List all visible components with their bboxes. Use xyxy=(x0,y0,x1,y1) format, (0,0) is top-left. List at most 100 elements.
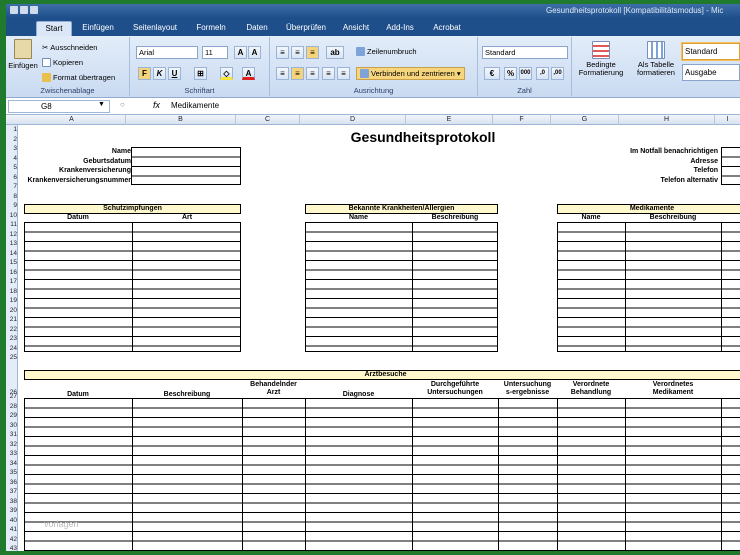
format-as-table-button[interactable]: Als Tabelle formatieren xyxy=(630,41,682,77)
row-header[interactable]: 5 xyxy=(6,163,18,173)
orientation-icon[interactable]: ab xyxy=(326,46,344,59)
row-header[interactable]: 3 xyxy=(6,144,18,154)
tab-add-ins[interactable]: Add-Ins xyxy=(378,21,422,36)
row-header[interactable]: 36 xyxy=(6,478,18,488)
diseases-table[interactable] xyxy=(305,222,498,352)
row-header[interactable]: 19 xyxy=(6,296,18,306)
font-name-select[interactable]: Arial xyxy=(136,46,198,59)
shrink-font-button[interactable]: A xyxy=(248,46,261,59)
column-header[interactable]: I xyxy=(715,115,740,125)
row-header[interactable]: 40 xyxy=(6,516,18,526)
column-header[interactable]: G xyxy=(551,115,619,125)
paste-button[interactable]: Einfügen xyxy=(8,39,38,70)
tab-einfuegen[interactable]: Einfügen xyxy=(72,21,124,36)
row-header[interactable]: 6 xyxy=(6,173,18,183)
tab-formeln[interactable]: Formeln xyxy=(186,21,236,36)
tab-acrobat[interactable]: Acrobat xyxy=(422,21,472,36)
medications-table[interactable] xyxy=(557,222,740,352)
row-header[interactable]: 24 xyxy=(6,344,18,354)
row-header[interactable]: 8 xyxy=(6,192,18,202)
row-header[interactable]: 15 xyxy=(6,258,18,268)
save-icon[interactable] xyxy=(10,6,18,14)
row-header[interactable]: 42 xyxy=(6,535,18,545)
row-header[interactable]: 9 xyxy=(6,201,18,211)
grow-font-button[interactable]: A xyxy=(234,46,247,59)
row-header[interactable]: 41 xyxy=(6,525,18,535)
conditional-format-button[interactable]: Bedingte Formatierung xyxy=(576,41,626,77)
tab-ansicht[interactable]: Ansicht xyxy=(334,21,378,36)
row-header[interactable]: 31 xyxy=(6,430,18,440)
row-header[interactable]: 4 xyxy=(6,154,18,164)
row-header[interactable]: 20 xyxy=(6,306,18,316)
column-header[interactable]: A xyxy=(18,115,126,125)
style-standard[interactable]: Standard xyxy=(682,43,740,60)
increase-indent-icon[interactable]: ≡ xyxy=(337,67,350,80)
increase-decimal-button[interactable]: ,0 xyxy=(536,67,549,80)
cancel-icon[interactable]: ○ xyxy=(120,100,125,109)
row-header[interactable]: 21 xyxy=(6,315,18,325)
column-header[interactable]: D xyxy=(300,115,406,125)
row-header[interactable]: 30 xyxy=(6,421,18,431)
thousands-button[interactable]: 000 xyxy=(519,67,532,80)
italic-button[interactable]: K xyxy=(153,67,166,80)
row-header[interactable]: 35 xyxy=(6,468,18,478)
undo-icon[interactable] xyxy=(20,6,28,14)
formula-input[interactable]: Medikamente xyxy=(171,100,219,112)
copy-button[interactable]: Kopieren xyxy=(42,58,83,67)
row-header[interactable]: 27 xyxy=(6,392,18,402)
currency-icon[interactable]: € xyxy=(484,67,500,80)
vaccinations-table[interactable] xyxy=(24,222,241,352)
doctor-visits-table[interactable] xyxy=(24,398,740,551)
row-header[interactable]: 33 xyxy=(6,449,18,459)
border-icon[interactable]: ⊞ xyxy=(194,67,207,80)
column-header[interactable]: B xyxy=(126,115,236,125)
chevron-down-icon[interactable]: ▼ xyxy=(98,101,105,108)
personal-info-fields[interactable] xyxy=(131,147,241,185)
wrap-text-button[interactable]: Zeilenumbruch xyxy=(356,47,417,56)
emergency-contact-fields[interactable] xyxy=(721,147,740,185)
format-painter-button[interactable]: Format übertragen xyxy=(42,73,115,82)
column-header[interactable]: F xyxy=(493,115,551,125)
row-header[interactable]: 23 xyxy=(6,334,18,344)
row-header[interactable]: 29 xyxy=(6,411,18,421)
decrease-decimal-button[interactable]: ,00 xyxy=(551,67,564,80)
row-header[interactable]: 25 xyxy=(6,353,18,363)
row-header[interactable]: 18 xyxy=(6,287,18,297)
tab-start[interactable]: Start xyxy=(36,21,72,36)
percent-button[interactable]: % xyxy=(504,67,517,80)
align-bottom-icon[interactable]: ≡ xyxy=(306,46,319,59)
align-center-icon[interactable]: ≡ xyxy=(291,67,304,80)
align-middle-icon[interactable]: ≡ xyxy=(291,46,304,59)
row-header[interactable]: 28 xyxy=(6,402,18,412)
row-header[interactable]: 2 xyxy=(6,135,18,145)
tab-ueberpruefen[interactable]: Überprüfen xyxy=(278,21,334,36)
name-box[interactable]: G8 xyxy=(8,100,110,113)
row-header[interactable]: 14 xyxy=(6,249,18,259)
quick-access-toolbar[interactable] xyxy=(10,6,40,16)
column-header[interactable]: H xyxy=(619,115,715,125)
tab-daten[interactable]: Daten xyxy=(236,21,278,36)
row-header[interactable]: 38 xyxy=(6,497,18,507)
row-header[interactable]: 43 xyxy=(6,544,18,551)
cell-grid[interactable]: Gesundheitsprotokoll Name Geburtsdatum K… xyxy=(18,125,740,551)
decrease-indent-icon[interactable]: ≡ xyxy=(322,67,335,80)
row-header[interactable]: 16 xyxy=(6,268,18,278)
align-top-icon[interactable]: ≡ xyxy=(276,46,289,59)
row-header[interactable]: 32 xyxy=(6,440,18,450)
row-header[interactable]: 1 xyxy=(6,125,18,135)
row-header[interactable]: 11 xyxy=(6,220,18,230)
number-format-select[interactable]: Standard xyxy=(482,46,568,59)
row-header[interactable]: 22 xyxy=(6,325,18,335)
tab-seitenlayout[interactable]: Seitenlayout xyxy=(124,21,186,36)
align-right-icon[interactable]: ≡ xyxy=(306,67,319,80)
style-ausgabe[interactable]: Ausgabe xyxy=(682,64,740,81)
row-header[interactable]: 7 xyxy=(6,182,18,192)
fx-icon[interactable]: fx xyxy=(153,100,160,110)
row-header[interactable]: 13 xyxy=(6,239,18,249)
column-header[interactable]: C xyxy=(236,115,300,125)
row-header[interactable]: 39 xyxy=(6,506,18,516)
worksheet[interactable]: A B C D E F G H I 1 2 3 4 5 6 7 8 9 10 11 12 13 14 15 1… xyxy=(6,115,740,551)
align-left-icon[interactable]: ≡ xyxy=(276,67,289,80)
row-header[interactable]: 17 xyxy=(6,277,18,287)
column-header[interactable]: E xyxy=(406,115,493,125)
